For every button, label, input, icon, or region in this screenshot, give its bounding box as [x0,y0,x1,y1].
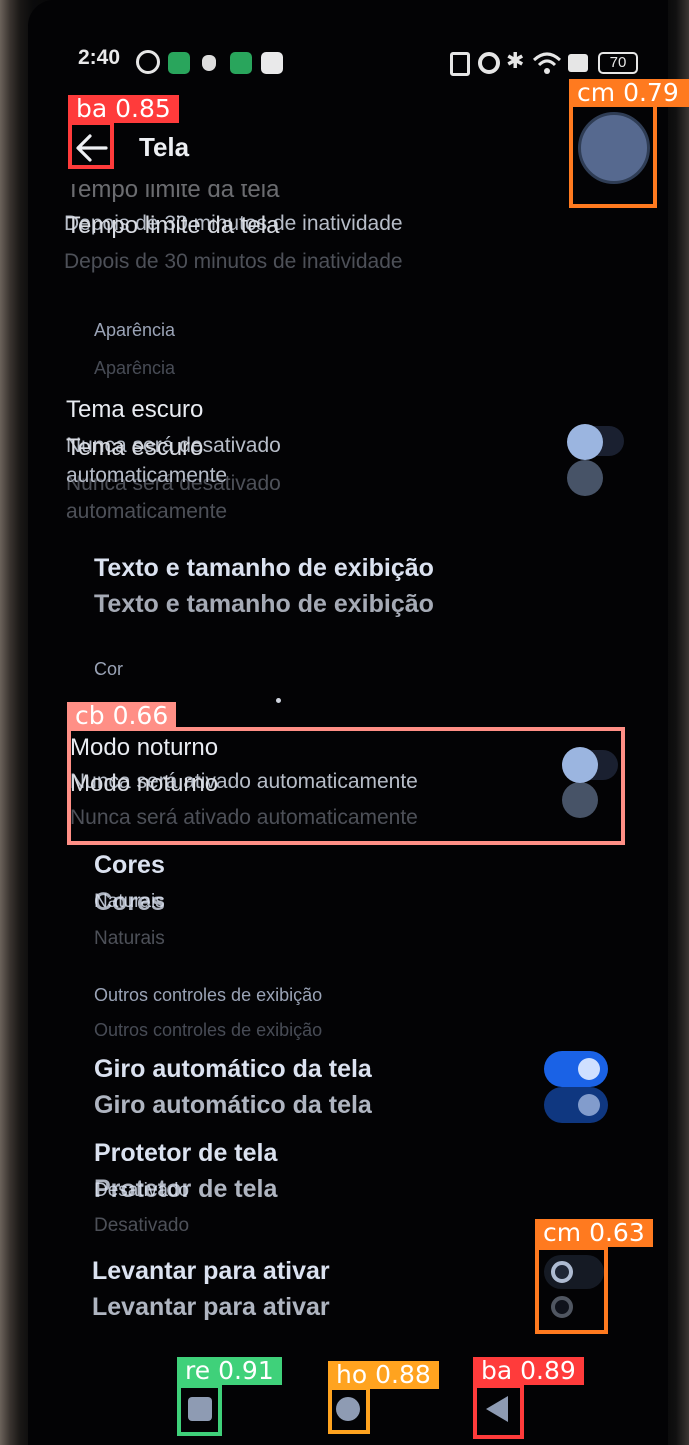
screensaver-title-ghost: Protetor de tela [94,1175,278,1203]
battery-icon: 70 [598,52,638,74]
detection-tag-back: ba 0.85 [68,95,179,123]
detection-tag-home: ho 0.88 [328,1361,439,1389]
app-icon [261,52,283,74]
colors-title[interactable]: Cores [94,851,165,880]
status-time: 2:40 [78,46,121,69]
timeout-subtitle: Depois de 30 minutos de inatividade [64,250,403,273]
nfc-icon [450,52,470,76]
dot [276,698,281,703]
text-size-title-ghost: Texto e tamanho de exibição [94,590,434,618]
detection-box-recents [177,1384,222,1436]
section-other-controls-ghost: Outros controles de exibição [94,1020,323,1040]
screensaver-subtitle: Desativado [94,1215,190,1236]
detection-box-night-mode [67,727,625,845]
android-icon [230,52,252,74]
colors-title-ghost: Cores [94,888,165,916]
dark-theme-subtitle-ghost-line2: automaticamente [66,500,228,523]
auto-rotate-title[interactable]: Giro automático da tela [94,1055,372,1084]
auto-rotate-toggle-knob [578,1058,600,1080]
bluetooth-icon: ✱ [506,48,525,73]
phone-photo: 2:40 ✱ 70 Tela Tempo limite da tela Depo… [0,0,689,1445]
detection-tag-back-nav: ba 0.89 [473,1357,584,1385]
dark-theme-toggle-knob-ghost [567,460,603,496]
alarm-icon [478,52,500,74]
colors-subtitle: Naturais [94,928,165,949]
detection-box-back [68,121,114,169]
detection-tag-night-mode: cb 0.66 [67,702,177,730]
lift-to-wake-title-ghost: Levantar para ativar [92,1293,330,1321]
auto-rotate-toggle-knob-ghost [578,1094,600,1116]
detection-box-avatar [569,103,657,208]
dark-theme-title[interactable]: Tema escuro [66,396,203,424]
section-appearance-ghost: Aparência [94,358,176,378]
detection-box-back-nav [473,1384,524,1439]
wifi-icon [532,52,562,74]
auto-rotate-title-ghost: Giro automático da tela [94,1091,372,1119]
detection-tag-lift-toggle: cm 0.63 [535,1219,653,1247]
grid-app-icon [168,52,190,74]
data-off-icon [568,54,588,72]
detection-tag-recents: re 0.91 [177,1357,282,1385]
section-appearance: Aparência [94,320,176,340]
detection-tag-avatar: cm 0.79 [569,79,689,107]
bug-icon [202,55,216,71]
battery-level: 70 [609,54,627,71]
text-size-title[interactable]: Texto e tamanho de exibição [94,554,434,583]
timeout-title[interactable]: Tempo limite da tela [66,212,279,240]
section-color: Cor [94,659,124,679]
section-other-controls: Outros controles de exibição [94,985,323,1005]
lift-to-wake-title[interactable]: Levantar para ativar [92,1257,330,1286]
dark-theme-toggle-knob [567,424,603,460]
dark-theme-title-ghost: Tema escuro [66,434,204,461]
dark-theme-subtitle-ghost: Nunca será desativado [66,472,281,495]
settings-icon [136,50,160,74]
detection-box-lift-toggle [535,1246,608,1334]
screensaver-title[interactable]: Protetor de tela [94,1139,277,1168]
page-title: Tela [139,132,190,162]
detection-box-home [328,1386,370,1434]
